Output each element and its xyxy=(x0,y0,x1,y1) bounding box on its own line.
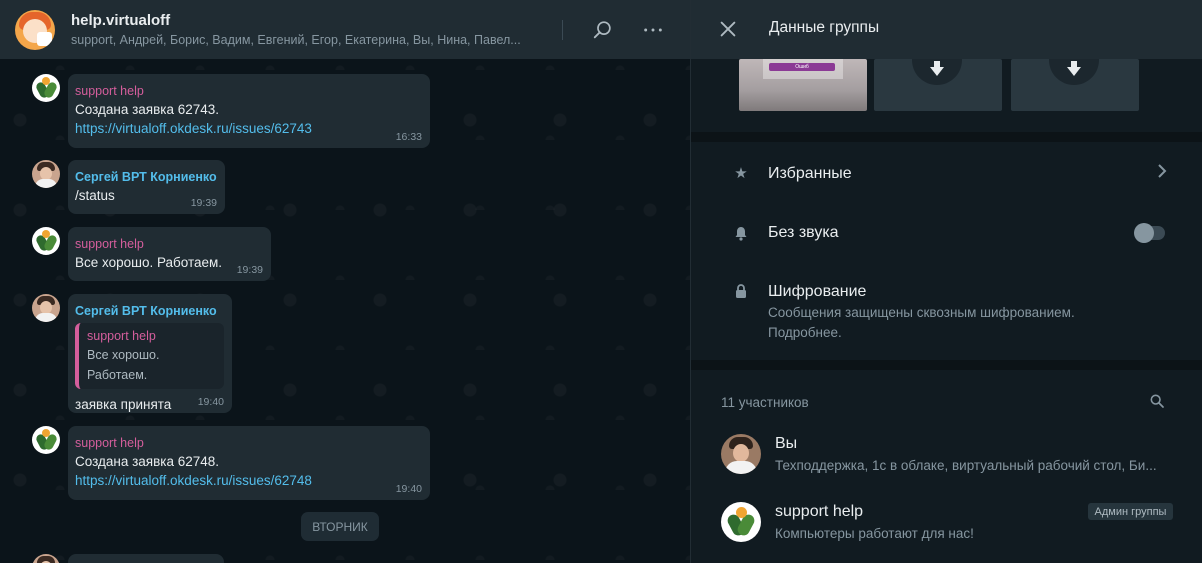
message-row: Сергей ВРТ Корниенко /status 19:39 xyxy=(32,160,225,214)
message-link[interactable]: https://virtualoff.okdesk.ru/issues/6274… xyxy=(75,119,422,138)
support-avatar[interactable] xyxy=(32,426,60,454)
participant-item[interactable]: support help Админ группы Компьютеры раб… xyxy=(691,492,1202,552)
quoted-sender: support help xyxy=(87,329,156,343)
support-avatar[interactable] xyxy=(32,227,60,255)
support-avatar[interactable] xyxy=(32,74,60,102)
message-sender[interactable]: support help xyxy=(75,434,422,452)
close-icon[interactable] xyxy=(717,18,739,40)
message-sender[interactable]: Сергей ВРТ Корниенко xyxy=(75,302,224,320)
message-row: Сергей ВРТ Корниенко support help Все хо… xyxy=(32,294,232,413)
star-icon: ★ xyxy=(734,165,748,182)
search-icon[interactable] xyxy=(590,17,616,43)
starred-label: Избранные xyxy=(768,165,852,182)
media-thumbnail[interactable]: Ошиб xyxy=(739,59,867,111)
download-icon[interactable] xyxy=(912,59,962,85)
encryption-label: Шифрование xyxy=(768,283,867,300)
chat-title: help.virtualoff xyxy=(71,11,171,29)
header-divider xyxy=(562,20,563,40)
bell-icon xyxy=(733,225,749,241)
lock-icon xyxy=(733,283,749,299)
message-time: 19:40 xyxy=(395,483,422,495)
message-bubble[interactable]: support help Создана заявка 62743. https… xyxy=(68,74,430,148)
participant-avatar xyxy=(721,502,761,542)
participant-status: Компьютеры работают для нас! xyxy=(775,526,974,541)
message-time: 19:39 xyxy=(190,197,217,209)
participant-status: Техподдержка, 1с в облаке, виртуальный р… xyxy=(775,458,1157,473)
settings-section: ★ Избранные Без звука Шифрование Сообщен… xyxy=(691,142,1202,360)
message-row: support help Все хорошо. Работаем. 19:39 xyxy=(32,227,271,281)
participant-item[interactable]: Вы Техподдержка, 1с в облаке, виртуальны… xyxy=(691,424,1202,484)
message-sender[interactable]: Сергей ВРТ Корниенко xyxy=(75,168,217,186)
message-time: 16:33 xyxy=(395,131,422,143)
download-icon[interactable] xyxy=(1049,59,1099,85)
message-text: Создана заявка 62743. xyxy=(75,102,220,117)
message-row: support help Создана заявка 62748. https… xyxy=(32,426,430,500)
message-bubble[interactable] xyxy=(68,554,224,563)
search-icon[interactable] xyxy=(1149,393,1167,411)
message-sender[interactable]: support help xyxy=(75,235,263,253)
section-separator xyxy=(691,360,1202,370)
message-time: 19:39 xyxy=(236,264,263,276)
whatsapp-window: help.virtualoff support, Андрей, Борис, … xyxy=(0,0,1202,563)
message-bubble[interactable]: support help Создана заявка 62748. https… xyxy=(68,426,430,500)
message-sender[interactable]: support help xyxy=(75,82,422,100)
message-text: Все хорошо. Работаем. xyxy=(75,255,223,270)
chat-participants: support, Андрей, Борис, Вадим, Евгений, … xyxy=(71,32,521,47)
media-thumbnail[interactable] xyxy=(1011,59,1139,111)
group-avatar[interactable] xyxy=(15,9,55,50)
encryption-row[interactable]: Шифрование Сообщения защищены сквозным ш… xyxy=(691,262,1202,352)
encryption-text: Сообщения защищены сквозным шифрованием. xyxy=(768,305,1075,320)
message-row: support help Создана заявка 62743. https… xyxy=(32,74,430,148)
mute-label: Без звука xyxy=(768,224,839,241)
participant-name: Вы xyxy=(775,435,798,452)
participants-count: 11 участников xyxy=(721,395,809,410)
chat-panel: help.virtualoff support, Андрей, Борис, … xyxy=(0,0,690,563)
mute-toggle[interactable] xyxy=(1134,223,1165,243)
message-bubble[interactable]: Сергей ВРТ Корниенко support help Все хо… xyxy=(68,294,232,413)
quoted-message[interactable]: support help Все хорошо. Работаем. xyxy=(75,323,224,389)
group-info-panel: Данные группы Ошиб ★ Избранные Без звука… xyxy=(690,0,1202,563)
participant-name: support help xyxy=(775,503,864,520)
info-title: Данные группы xyxy=(769,19,880,36)
quoted-text: Все хорошо. Работаем. xyxy=(87,348,160,382)
info-header: Данные группы xyxy=(691,0,1202,59)
day-separator: ВТОРНИК xyxy=(301,512,379,541)
chevron-right-icon xyxy=(1157,163,1167,184)
media-strip: Ошиб xyxy=(691,59,1202,132)
user-avatar[interactable] xyxy=(32,160,60,188)
chat-header-text[interactable]: help.virtualoff support, Андрей, Борис, … xyxy=(71,11,541,49)
user-avatar[interactable] xyxy=(32,554,60,563)
encryption-more-link[interactable]: Подробнее. xyxy=(768,323,1128,343)
message-link[interactable]: https://virtualoff.okdesk.ru/issues/6274… xyxy=(75,471,422,490)
menu-dots-icon[interactable] xyxy=(640,17,666,43)
user-avatar[interactable] xyxy=(32,294,60,322)
section-separator xyxy=(691,132,1202,142)
media-thumbnail[interactable] xyxy=(874,59,1002,111)
mute-row[interactable]: Без звука xyxy=(691,202,1202,262)
media-thumb-caption: Ошиб xyxy=(769,63,835,71)
message-bubble[interactable]: support help Все хорошо. Работаем. 19:39 xyxy=(68,227,271,281)
starred-row[interactable]: ★ Избранные xyxy=(691,142,1202,206)
message-text: Создана заявка 62748. xyxy=(75,454,220,469)
participant-avatar xyxy=(721,434,761,474)
message-time: 19:40 xyxy=(197,396,224,408)
message-bubble[interactable]: Сергей ВРТ Корниенко /status 19:39 xyxy=(68,160,225,214)
admin-badge: Админ группы xyxy=(1088,503,1173,520)
chat-header[interactable]: help.virtualoff support, Андрей, Борис, … xyxy=(0,0,690,59)
